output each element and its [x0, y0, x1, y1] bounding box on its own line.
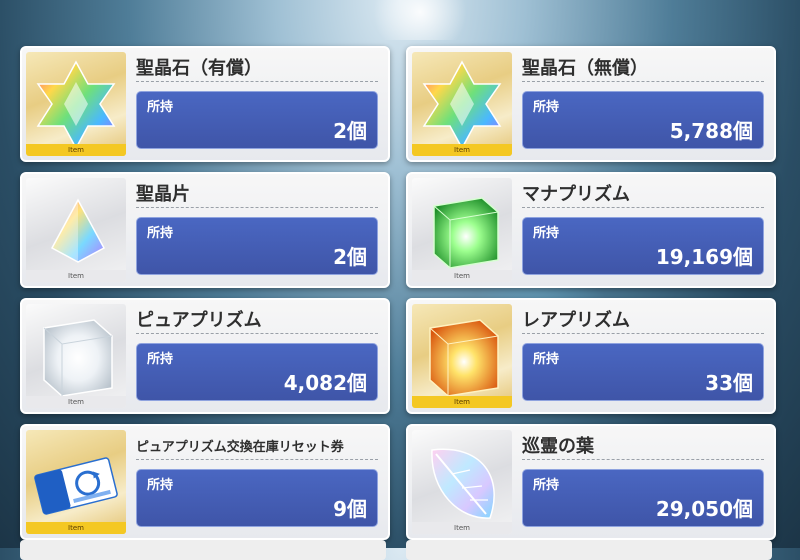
- spirit-leaf-icon: [431, 448, 495, 519]
- owned-count-box: 所持 4,082個: [136, 343, 378, 401]
- item-thumbnail: Item: [412, 178, 512, 282]
- item-thumbnail: Item: [26, 430, 126, 534]
- item-thumbnail: Item: [26, 178, 126, 282]
- divider: [136, 207, 378, 208]
- item-card[interactable]: Item マナプリズム 所持 19,169個: [406, 172, 776, 288]
- item-thumbnail: Item: [412, 52, 512, 156]
- owned-count-box: 所持 29,050個: [522, 469, 764, 527]
- owned-count-box: 所持 2個: [136, 91, 378, 149]
- owned-label: 所持: [533, 226, 560, 241]
- owned-count-box: 所持 5,788個: [522, 91, 764, 149]
- divider: [522, 333, 764, 334]
- owned-label: 所持: [533, 100, 560, 115]
- item-name: ピュアプリズム: [136, 310, 262, 331]
- reset-ticket-icon: [34, 457, 118, 515]
- item-name: 巡霊の葉: [522, 436, 594, 457]
- owned-label: 所持: [147, 478, 174, 493]
- divider: [522, 207, 764, 208]
- owned-count: 5,788個: [669, 119, 753, 143]
- owned-count: 2個: [333, 245, 367, 269]
- owned-count: 29,050個: [655, 497, 753, 521]
- item-name: レアプリズム: [522, 310, 630, 331]
- item-card[interactable]: Item レアプリズム 所持 33個: [406, 298, 776, 414]
- divider: [136, 333, 378, 334]
- owned-count: 2個: [333, 119, 367, 143]
- item-name: 聖晶石（有償）: [136, 58, 262, 79]
- item-tag: Item: [412, 396, 512, 408]
- item-card[interactable]: Item ピュアプリズム 所持 4,082個: [20, 298, 390, 414]
- item-name: 聖晶片: [136, 184, 190, 205]
- item-tag: Item: [26, 270, 126, 282]
- item-tag: Item: [26, 144, 126, 156]
- item-name: マナプリズム: [522, 184, 630, 205]
- owned-count-box: 所持 19,169個: [522, 217, 764, 275]
- owned-label: 所持: [533, 352, 560, 367]
- item-thumbnail: Item: [26, 304, 126, 408]
- owned-count: 19,169個: [655, 245, 753, 269]
- item-grid: Item 聖晶石（有償） 所持 2個 Item 聖晶石（無償） 所持 5,788…: [0, 0, 800, 560]
- rare-prism-icon: [429, 319, 499, 397]
- owned-count-box: 所持 33個: [522, 343, 764, 401]
- item-thumbnail: Item: [412, 430, 512, 534]
- item-name: ピュアプリズム交換在庫リセット券: [136, 440, 344, 455]
- divider: [136, 81, 378, 82]
- item-tag: Item: [412, 522, 512, 534]
- item-card[interactable]: [20, 540, 386, 560]
- quartz-fragment-icon: [50, 198, 106, 263]
- item-card[interactable]: Item 巡霊の葉 所持 29,050個: [406, 424, 776, 540]
- item-thumbnail: Item: [26, 52, 126, 156]
- item-tag: Item: [412, 270, 512, 282]
- saint-quartz-icon: [36, 60, 116, 150]
- item-card[interactable]: Item 聖晶石（無償） 所持 5,788個: [406, 46, 776, 162]
- owned-label: 所持: [533, 478, 560, 493]
- divider: [522, 459, 764, 460]
- divider: [522, 81, 764, 82]
- divider: [136, 459, 378, 460]
- owned-count: 9個: [333, 497, 367, 521]
- owned-label: 所持: [147, 226, 174, 241]
- pure-prism-icon: [43, 319, 113, 397]
- saint-quartz-icon: [422, 60, 502, 150]
- mana-prism-icon: [433, 197, 499, 269]
- owned-count-box: 所持 9個: [136, 469, 378, 527]
- owned-label: 所持: [147, 352, 174, 367]
- item-tag: Item: [26, 522, 126, 534]
- item-card[interactable]: Item ピュアプリズム交換在庫リセット券 所持 9個: [20, 424, 390, 540]
- item-thumbnail: Item: [412, 304, 512, 408]
- owned-label: 所持: [147, 100, 174, 115]
- owned-count: 4,082個: [283, 371, 367, 395]
- item-tag: Item: [26, 396, 126, 408]
- item-name: 聖晶石（無償）: [522, 58, 648, 79]
- owned-count-box: 所持 2個: [136, 217, 378, 275]
- item-card[interactable]: Item 聖晶片 所持 2個: [20, 172, 390, 288]
- item-card[interactable]: [406, 540, 772, 560]
- item-tag: Item: [412, 144, 512, 156]
- owned-count: 33個: [705, 371, 753, 395]
- item-card[interactable]: Item 聖晶石（有償） 所持 2個: [20, 46, 390, 162]
